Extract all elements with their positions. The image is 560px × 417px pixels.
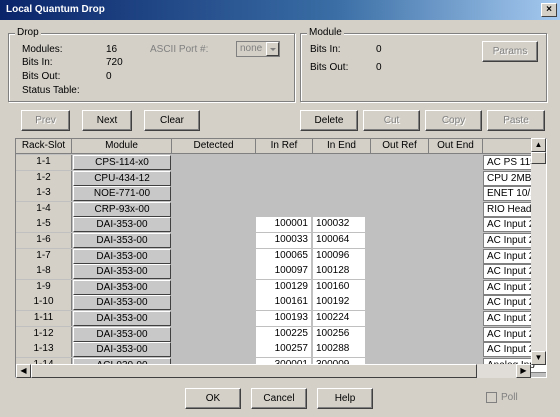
module-cell[interactable]: CPU-434-12 (73, 170, 171, 186)
module-cell[interactable]: DAI-353-00 (73, 233, 171, 248)
poll-label: Poll (501, 392, 518, 403)
in-ref-cell[interactable]: 100129 (256, 279, 311, 295)
module-cell[interactable]: CRP-93x-00 (73, 201, 171, 217)
in-end-cell[interactable]: 100192 (313, 295, 365, 311)
column-header-in-end[interactable]: In End (313, 139, 371, 154)
in-ref-cell[interactable]: 100097 (256, 264, 311, 280)
in-end-cell[interactable]: 100032 (313, 217, 365, 233)
next-button[interactable]: Next (82, 110, 132, 131)
module-bits-in-value: 0 (376, 44, 382, 55)
rack-slot-cell[interactable]: 1-1 (16, 155, 72, 170)
scroll-left-icon[interactable]: ◀ (16, 364, 31, 378)
module-cell[interactable]: DAI-353-00 (73, 279, 171, 295)
scroll-right-icon[interactable]: ▶ (516, 364, 531, 378)
poll-checkbox[interactable] (486, 392, 497, 403)
rack-slot-cell[interactable]: 1-13 (16, 342, 72, 358)
bits-out-label: Bits Out: (22, 71, 61, 82)
in-ref-cell[interactable]: 100033 (256, 233, 311, 248)
in-end-cell[interactable]: 100096 (313, 248, 365, 264)
rack-slot-cell[interactable]: 1-11 (16, 311, 72, 326)
horizontal-scrollbar[interactable]: ◀ ▶ (16, 364, 531, 378)
in-end-cell[interactable]: 100224 (313, 311, 365, 326)
modules-value: 16 (106, 44, 118, 55)
rack-slot-cell[interactable]: 1-10 (16, 295, 72, 311)
in-end-cell[interactable]: 100128 (313, 264, 365, 280)
clear-button[interactable]: Clear (144, 110, 200, 131)
rack-slot-cell[interactable]: 1-8 (16, 264, 72, 280)
ascii-port-label: ASCII Port #: (150, 44, 209, 55)
help-button[interactable]: Help (317, 388, 373, 409)
in-ref-cell[interactable]: 100065 (256, 248, 311, 264)
in-end-cell[interactable]: 100288 (313, 342, 365, 358)
module-cell[interactable]: NOE-771-00 (73, 186, 171, 202)
params-button[interactable]: Params (482, 41, 538, 62)
vertical-scrollbar[interactable]: ▲ ▼ (531, 138, 546, 365)
in-ref-cell[interactable]: 100193 (256, 311, 311, 326)
column-header-rack-slot[interactable]: Rack-Slot (16, 139, 72, 154)
rack-slot-cell[interactable]: 1-5 (16, 217, 72, 233)
in-end-cell[interactable]: 100256 (313, 326, 365, 342)
paste-button[interactable]: Paste (487, 110, 545, 131)
in-ref-cell[interactable]: 100001 (256, 217, 311, 233)
bits-in-label: Bits In: (22, 57, 53, 68)
module-cell[interactable]: DAI-353-00 (73, 295, 171, 311)
status-table-label: Status Table: (22, 85, 80, 96)
column-header-module[interactable]: Module (72, 139, 172, 154)
in-end-cell[interactable]: 100160 (313, 279, 365, 295)
module-cell[interactable]: DAI-353-00 (73, 326, 171, 342)
rack-slot-cell[interactable]: 1-4 (16, 201, 72, 217)
modules-label: Modules: (22, 44, 63, 55)
rack-slot-cell[interactable]: 1-3 (16, 186, 72, 202)
column-header-in-ref[interactable]: In Ref (256, 139, 313, 154)
rack-slot-cell[interactable]: 1-7 (16, 248, 72, 264)
ascii-port-value: none (240, 43, 263, 54)
prev-button[interactable]: Prev (21, 110, 70, 131)
cut-button[interactable]: Cut (363, 110, 420, 131)
window-title: Local Quantum Drop (6, 4, 105, 15)
close-button[interactable]: × (541, 3, 557, 17)
chevron-down-icon[interactable] (266, 42, 279, 56)
bits-out-value: 0 (106, 71, 112, 82)
in-ref-cell[interactable]: 100257 (256, 342, 311, 358)
cancel-button[interactable]: Cancel (251, 388, 307, 409)
horizontal-scroll-thumb[interactable] (31, 364, 477, 378)
module-bits-out-label: Bits Out: (310, 62, 349, 73)
in-ref-cell[interactable]: 100161 (256, 295, 311, 311)
drop-group-label: Drop (15, 27, 41, 38)
column-header-out-end[interactable]: Out End (429, 139, 483, 154)
ascii-port-select[interactable]: none (236, 41, 280, 57)
module-bits-out-value: 0 (376, 62, 382, 73)
bits-in-value: 720 (106, 57, 123, 68)
in-end-cell[interactable]: 100064 (313, 233, 365, 248)
window-titlebar: Local Quantum Drop × (0, 0, 560, 20)
rack-slot-cell[interactable]: 1-2 (16, 170, 72, 186)
delete-button[interactable]: Delete (300, 110, 358, 131)
ok-button[interactable]: OK (185, 388, 241, 409)
module-grid[interactable]: Rack-Slot Module Detected In Ref In End … (15, 138, 547, 378)
module-cell[interactable]: DAI-353-00 (73, 311, 171, 326)
vertical-scroll-thumb[interactable] (531, 152, 546, 164)
module-cell[interactable]: DAI-353-00 (73, 264, 171, 280)
in-ref-cell[interactable]: 100225 (256, 326, 311, 342)
module-bits-in-label: Bits In: (310, 44, 341, 55)
column-header-detected[interactable]: Detected (172, 139, 256, 154)
column-header-out-ref[interactable]: Out Ref (371, 139, 429, 154)
module-cell[interactable]: DAI-353-00 (73, 217, 171, 233)
module-cell[interactable]: DAI-353-00 (73, 342, 171, 358)
copy-button[interactable]: Copy (425, 110, 482, 131)
rack-slot-cell[interactable]: 1-12 (16, 326, 72, 342)
module-cell[interactable]: DAI-353-00 (73, 248, 171, 264)
scroll-up-icon[interactable]: ▲ (531, 138, 546, 152)
module-cell[interactable]: CPS-114-x0 (73, 155, 171, 170)
scroll-down-icon[interactable]: ▼ (531, 351, 546, 365)
rack-slot-cell[interactable]: 1-9 (16, 279, 72, 295)
rack-slot-cell[interactable]: 1-6 (16, 233, 72, 248)
module-group-label: Module (307, 27, 344, 38)
